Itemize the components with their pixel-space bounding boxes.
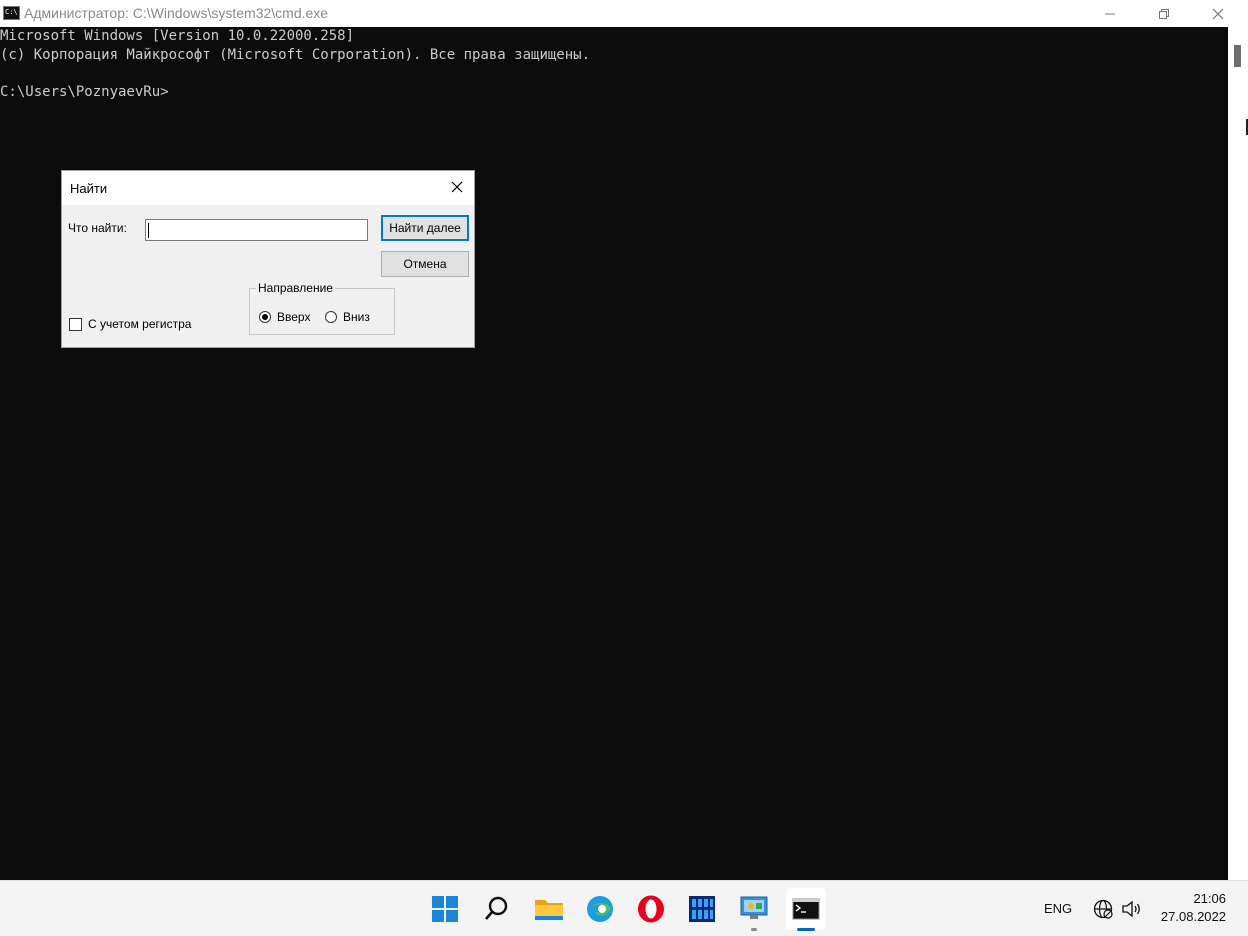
match-case-checkbox[interactable] xyxy=(69,318,82,331)
restore-icon xyxy=(1159,8,1169,19)
find-what-label: Что найти: xyxy=(68,221,127,235)
search-button[interactable] xyxy=(479,891,515,927)
close-button[interactable] xyxy=(1191,0,1245,27)
close-icon xyxy=(1212,8,1224,19)
minimize-icon xyxy=(1105,13,1115,14)
find-what-input[interactable] xyxy=(145,219,368,241)
direction-down-radio[interactable] xyxy=(325,311,337,323)
direction-down-label[interactable]: Вниз xyxy=(343,310,370,324)
cmd-icon: C:\ xyxy=(3,6,20,20)
match-case-label[interactable]: С учетом регистра xyxy=(88,317,191,331)
file-explorer-icon xyxy=(535,900,563,920)
text-caret xyxy=(148,223,149,238)
find-dialog-title: Найти xyxy=(70,181,108,196)
opera-button[interactable] xyxy=(633,891,669,927)
language-indicator[interactable]: ENG xyxy=(1044,901,1072,916)
find-dialog: Найти Что найти: Найти далее Отмена С уч… xyxy=(61,170,475,348)
direction-up-label[interactable]: Вверх xyxy=(277,310,310,324)
control-panel-button[interactable] xyxy=(736,891,772,927)
cmd-icon xyxy=(792,898,820,920)
cmd-taskbar-button[interactable] xyxy=(786,888,826,930)
control-panel-icon xyxy=(740,896,768,919)
start-button[interactable] xyxy=(427,891,463,927)
direction-label: Направление xyxy=(256,281,335,295)
console-output[interactable]: Microsoft Windows [Version 10.0.22000.25… xyxy=(0,27,1228,880)
console-prompt: C:\Users\PoznyaevRu> xyxy=(0,84,169,100)
app-icon xyxy=(689,896,715,922)
vertical-scrollbar[interactable] xyxy=(1228,27,1248,880)
clock-time[interactable]: 21:06 xyxy=(1180,891,1226,906)
taskbar: ENG 21:06 27.08.2022 xyxy=(0,880,1248,936)
minimize-button[interactable] xyxy=(1083,0,1137,27)
volume-icon xyxy=(1122,900,1140,918)
console-line: Microsoft Windows [Version 10.0.22000.25… xyxy=(0,28,355,44)
find-next-button[interactable]: Найти далее xyxy=(381,215,469,241)
clock-date[interactable]: 27.08.2022 xyxy=(1150,909,1226,924)
running-indicator xyxy=(751,928,757,931)
edge-button[interactable] xyxy=(582,891,618,927)
app-button[interactable] xyxy=(684,891,720,927)
direction-group: Направление Вверх Вниз xyxy=(249,281,395,335)
direction-up-radio[interactable] xyxy=(259,311,271,323)
file-explorer-button[interactable] xyxy=(531,891,567,927)
window-title: Администратор: C:\Windows\system32\cmd.e… xyxy=(24,5,329,21)
active-indicator xyxy=(797,928,815,931)
console-line: (c) Корпорация Майкрософт (Microsoft Cor… xyxy=(0,47,591,63)
search-icon xyxy=(485,896,508,920)
restore-button[interactable] xyxy=(1137,0,1191,27)
opera-icon xyxy=(638,895,664,923)
network-button[interactable] xyxy=(1092,898,1114,925)
scrollbar-thumb[interactable] xyxy=(1234,45,1241,67)
window-titlebar[interactable]: C:\ Администратор: C:\Windows\system32\c… xyxy=(0,0,1248,27)
close-icon xyxy=(451,181,463,193)
windows-start-icon xyxy=(432,896,458,922)
cancel-button[interactable]: Отмена xyxy=(381,251,469,277)
edge-icon xyxy=(587,896,613,922)
find-dialog-titlebar[interactable]: Найти xyxy=(62,171,474,205)
find-dialog-close-button[interactable] xyxy=(446,179,468,197)
volume-button[interactable] xyxy=(1120,898,1142,925)
globe-icon xyxy=(1093,899,1113,919)
